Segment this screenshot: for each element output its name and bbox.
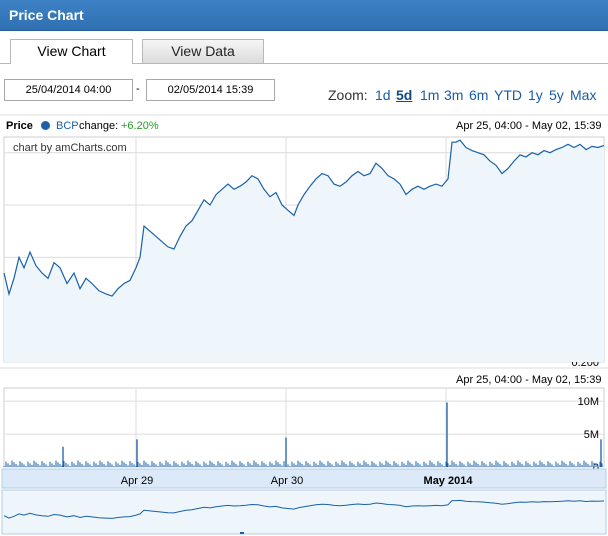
volume-period-label: Apr 25, 04:00 - May 02, 15:39 (456, 374, 602, 386)
date-axis-label: May 2014 (424, 475, 474, 487)
volume-area-border (3, 387, 605, 468)
price-area-fill (4, 140, 604, 362)
date-axis-label: Apr 29 (121, 475, 153, 487)
volume-axis-tick: 5M (584, 429, 599, 441)
date-axis-band (1, 468, 607, 489)
date-axis-label: Apr 30 (271, 475, 303, 487)
price-chart[interactable]: 0.2000.2050.2100.2150.22005M10MApr 29Apr… (0, 0, 608, 536)
chart-credit[interactable]: chart by amCharts.com (13, 142, 127, 154)
navigator-panel (1, 489, 607, 535)
volume-axis-tick: 10M (578, 396, 599, 408)
tab-view-chart[interactable]: View Chart (10, 39, 133, 64)
